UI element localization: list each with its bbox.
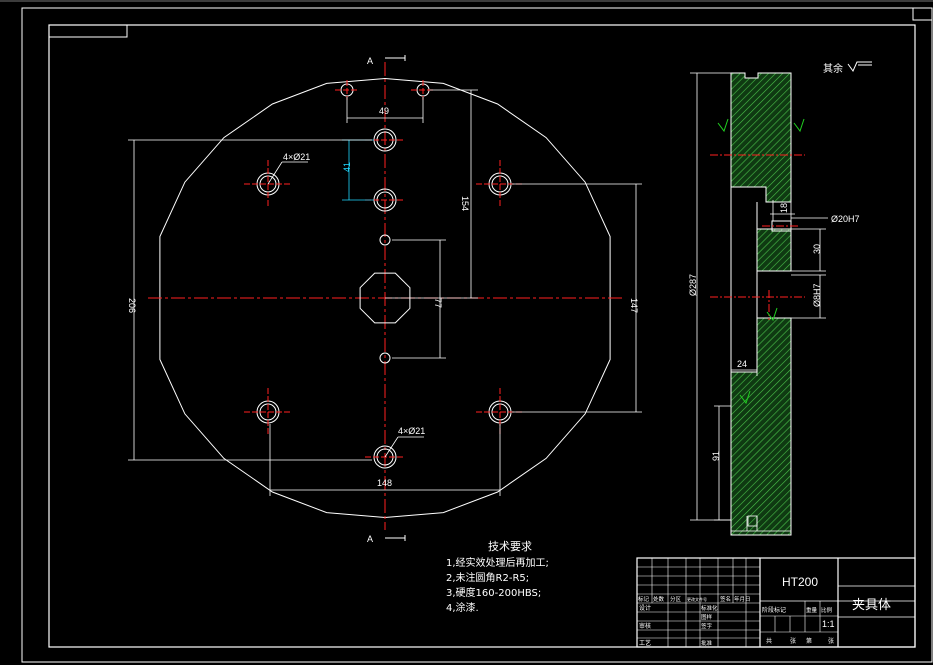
svg-text:第: 第 — [806, 637, 812, 645]
svg-text:共: 共 — [766, 637, 772, 645]
surface-note: 其余 — [823, 62, 843, 75]
dim-91: 91 — [711, 451, 721, 461]
svg-text:年月日: 年月日 — [734, 595, 751, 603]
frame-tag-box — [48, 24, 128, 38]
side-view: 其余 Ø287 18 Ø20H7 30 Ø8H7 24 91 — [688, 61, 872, 536]
tech-req-line-2: 2,未注圆角R2-R5; — [446, 571, 529, 584]
dim-20h7: Ø20H7 — [831, 214, 860, 224]
front-view: A A 49 41 4×Ø21 4×Ø21 154 77 206 147 148 — [127, 55, 642, 544]
svg-text:图样: 图样 — [701, 613, 713, 621]
corner-mark — [912, 7, 933, 21]
tech-req-title: 技术要求 — [488, 540, 532, 553]
svg-text:批准: 批准 — [701, 639, 713, 647]
svg-text:审核: 审核 — [639, 622, 651, 630]
part-name: 夹具体 — [852, 598, 891, 613]
tech-req-line-4: 4,涂漆. — [446, 601, 479, 614]
cad-drawing: A A 49 41 4×Ø21 4×Ø21 154 77 206 147 148… — [0, 0, 933, 663]
row-labels: 设计 审核 工艺 标准化 图样 签字 批准 — [639, 604, 718, 647]
hole-note-top: 4×Ø21 — [283, 152, 310, 162]
dim-147: 147 — [629, 298, 639, 313]
svg-text:张: 张 — [790, 637, 796, 645]
svg-text:签字: 签字 — [701, 622, 713, 630]
hole-note-bottom: 4×Ø21 — [398, 426, 425, 436]
dim-49: 49 — [379, 106, 389, 116]
svg-text:重量: 重量 — [806, 606, 818, 614]
dim-18: 18 — [779, 203, 789, 213]
dim-8h7: Ø8H7 — [812, 283, 822, 307]
section-label-top: A — [367, 56, 373, 66]
material-label: HT200 — [782, 575, 818, 589]
svg-text:签名: 签名 — [720, 595, 731, 603]
section-label-bottom: A — [367, 534, 373, 544]
dim-24: 24 — [737, 359, 747, 369]
dim-206: 206 — [127, 298, 137, 313]
svg-text:标记: 标记 — [638, 595, 650, 603]
stage-headers: 阶段标记 重量 比例 — [762, 606, 833, 614]
svg-text:处数: 处数 — [653, 595, 665, 603]
svg-text:标准化: 标准化 — [701, 604, 718, 612]
sheet-labels: 共 张 第 张 — [766, 637, 834, 645]
svg-text:更改文件号: 更改文件号 — [687, 596, 707, 602]
svg-text:张: 张 — [828, 637, 834, 645]
dim-41: 41 — [342, 162, 352, 172]
tech-req-line-1: 1,经实效处理后再加工; — [446, 556, 549, 569]
dim-154: 154 — [460, 196, 470, 211]
tech-req-line-3: 3,硬度160-200HBS; — [446, 586, 541, 599]
svg-text:阶段标记: 阶段标记 — [762, 606, 786, 614]
svg-text:分区: 分区 — [670, 595, 682, 603]
dim-287: Ø287 — [688, 274, 698, 296]
svg-text:比例: 比例 — [821, 606, 833, 614]
scale-value: 1:1 — [822, 619, 835, 629]
svg-text:设计: 设计 — [639, 604, 651, 612]
svg-text:工艺: 工艺 — [639, 639, 651, 647]
dim-148: 148 — [377, 478, 392, 488]
dim-30: 30 — [812, 244, 822, 254]
dim-77: 77 — [433, 298, 443, 308]
rev-headers: 标记 处数 分区 更改文件号 签名 年月日 — [638, 595, 751, 603]
tech-requirements: 技术要求 1,经实效处理后再加工; 2,未注圆角R2-R5; 3,硬度160-2… — [446, 540, 549, 614]
